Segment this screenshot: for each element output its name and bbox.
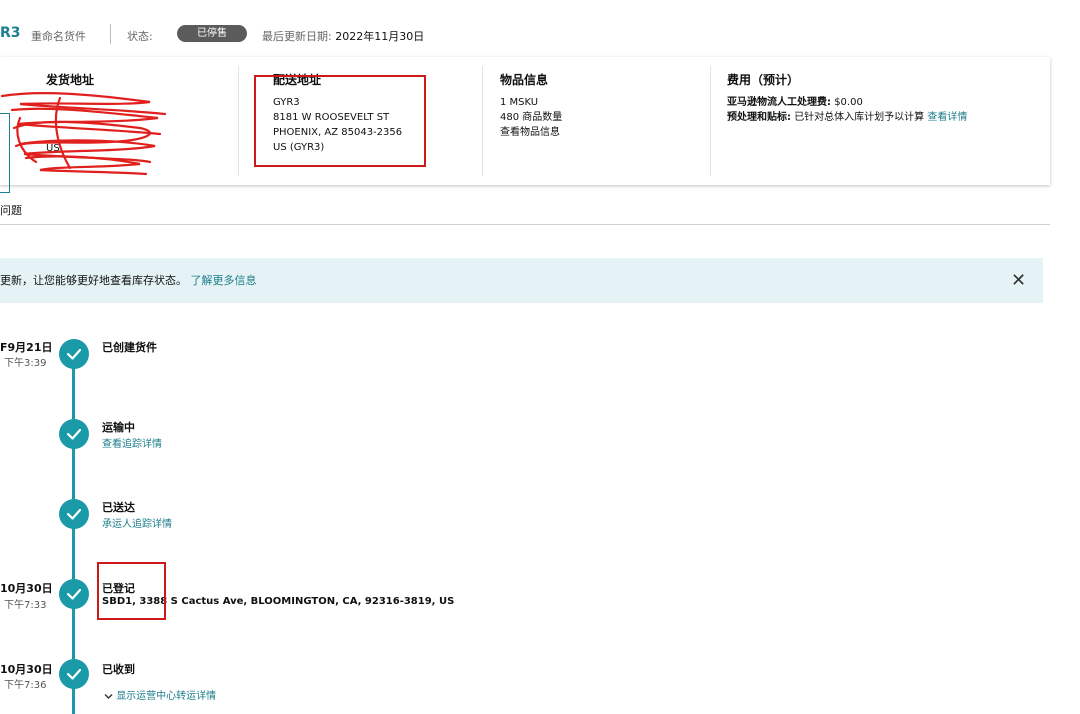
last-updated: 最后更新日期: 2022年11月30日 [262,28,424,44]
fees-manual-row: 亚马逊物流人工处理费: $0.00 [727,95,863,110]
step-title: 已收到 [102,663,135,676]
step-time: 下午3:39 [4,358,47,369]
step-date: 10月30日 [0,663,53,676]
check-icon [66,348,82,360]
status-badge: 已停售 [177,25,247,42]
section-divider [0,224,1050,225]
highlight-box-checkin [97,562,166,620]
step-date: 10月30日 [0,582,53,595]
fees-manual-value: $0.00 [834,97,863,108]
view-contents-link[interactable]: 查看物品信息 [500,125,560,140]
step-complete-badge [59,499,89,529]
step-time: 下午7:33 [4,600,47,611]
last-updated-label: 最后更新日期: [262,30,332,43]
redaction-scribble [0,92,167,176]
step-title: 已创建货件 [102,341,157,354]
check-icon [66,508,82,520]
contents-msku: 1 MSKU [500,97,539,108]
contents-units: 480 商品数量 [500,112,563,123]
learn-more-link[interactable]: 了解更多信息 [191,274,257,287]
timeline-connector [72,448,75,500]
card-divider-3 [710,66,711,176]
step-complete-badge [59,579,89,609]
card-divider-2 [482,66,483,176]
tracking-details-link[interactable]: 查看追踪详情 [102,435,162,450]
fees-details-link[interactable]: 查看详情 [927,112,967,123]
fees-prep-value: 已针对总体入库计划予以计算 [794,112,925,123]
status-label: 状态: [127,30,153,43]
step-complete-badge [59,659,89,689]
banner-text: 更新，让您能够更好地查看库存状态。 [0,274,187,287]
timeline-connector [72,688,75,714]
step-title: 已送达 [102,501,135,514]
card-divider-1 [238,66,239,176]
show-fc-transfer-toggle[interactable]: 显示运营中心转运详情 [104,687,216,702]
step-complete-badge [59,419,89,449]
shipment-id: R3 [0,25,21,41]
show-fc-transfer-label: 显示运营中心转运详情 [116,691,217,702]
fees-prep-row: 预处理和贴标: 已针对总体入库计划予以计算 查看详情 [727,110,967,125]
contents-title: 物品信息 [500,73,549,87]
close-icon[interactable]: ✕ [1011,270,1026,291]
timeline-connector [72,608,75,660]
timeline-connector [72,368,75,420]
step-title: 运输中 [102,421,135,434]
rename-shipment-link[interactable]: 重命名货件 [31,28,86,44]
check-icon [66,668,82,680]
check-icon [66,588,82,600]
problems-tab[interactable]: 问题 [0,202,22,218]
fees-prep-label: 预处理和贴标: [727,112,791,123]
check-icon [66,428,82,440]
fees-manual-label: 亚马逊物流人工处理费: [727,97,831,108]
chevron-down-icon [104,693,113,699]
last-updated-value: 2022年11月30日 [335,30,425,43]
ship-from-title: 发货地址 [46,73,95,87]
fees-title: 费用（预计） [727,73,800,87]
step-date: F9月21日 [0,341,53,354]
step-time: 下午7:36 [4,680,47,691]
header-divider [110,24,111,44]
timeline-connector [72,528,75,580]
carrier-tracking-link[interactable]: 承运人追踪详情 [102,515,172,530]
banner-message: 更新，让您能够更好地查看库存状态。 了解更多信息 [0,272,257,288]
step-complete-badge [59,339,89,369]
highlight-box-ship-to [254,75,426,167]
